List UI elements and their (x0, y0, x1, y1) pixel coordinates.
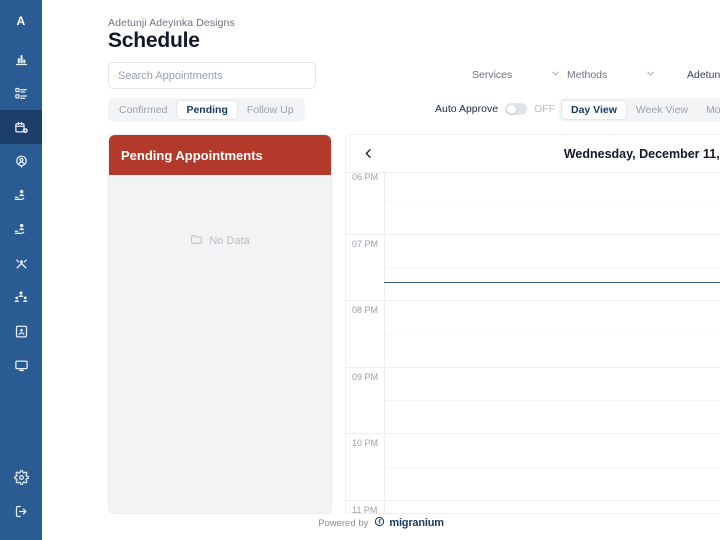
hour-label: 10 PM (352, 438, 379, 448)
empty-state-label: No Data (209, 235, 250, 247)
hour-cell[interactable] (384, 173, 720, 234)
user-dropdown[interactable]: Adetunji Ade... (687, 64, 720, 86)
hour-row[interactable]: 09 PM (346, 367, 720, 434)
hour-row[interactable]: 07 PM (346, 234, 720, 301)
avatar-initial: A (16, 14, 26, 28)
brand-name: migranium (389, 517, 444, 529)
calendar-header: Wednesday, December 11, 2024 (346, 135, 720, 173)
hour-label: 08 PM (352, 305, 379, 315)
folder-icon (190, 233, 203, 249)
sidebar-item-analytics[interactable] (0, 42, 42, 76)
filter-bar: Services Methods (472, 64, 662, 86)
tab-day-view[interactable]: Day View (561, 100, 627, 120)
app-root: A Adetunji Adeyinka Designs Schedule Sea… (0, 0, 720, 540)
toggle-knob (506, 104, 516, 114)
methods-dropdown[interactable]: Methods (567, 64, 662, 86)
hour-cell[interactable] (384, 500, 720, 513)
pending-appointments-panel: Pending Appointments No Data (108, 134, 332, 514)
hour-row[interactable]: 06 PM (346, 173, 720, 235)
status-tabs: Confirmed Pending Follow Up (108, 98, 305, 122)
tab-pending[interactable]: Pending (176, 100, 238, 120)
auto-approve-state: OFF (534, 103, 556, 115)
hour-cell[interactable] (384, 234, 720, 300)
view-tabs: Day View Week View Month View (559, 98, 720, 122)
user-hand-icon (13, 187, 29, 203)
monitor-icon (14, 358, 29, 373)
sidebar-item-providers[interactable] (0, 212, 42, 246)
location-user-icon (14, 154, 29, 169)
list-checklist-icon (14, 86, 29, 101)
hour-label: 09 PM (352, 371, 379, 382)
auto-approve-control: Auto Approve OFF (435, 103, 555, 115)
methods-dropdown-label: Methods (567, 69, 608, 81)
user-dropdown-label: Adetunji Ade... (687, 69, 720, 81)
brand: migranium (374, 514, 444, 532)
id-card-icon (14, 324, 29, 339)
hour-label: 07 PM (352, 238, 379, 249)
pending-panel-header: Pending Appointments (109, 135, 331, 175)
sidebar-bottom-nav (0, 460, 42, 540)
sidebar-item-locations[interactable] (0, 144, 42, 178)
page-title: Schedule (108, 29, 200, 52)
people-group-icon (13, 289, 29, 305)
avatar[interactable]: A (0, 0, 42, 42)
tab-month-view[interactable]: Month View (697, 100, 720, 120)
hour-row[interactable]: 10 PM (346, 434, 720, 501)
search-field-wrapper (108, 62, 316, 89)
sidebar-item-logout[interactable] (0, 494, 42, 528)
hour-row[interactable]: 08 PM (346, 301, 720, 368)
chevron-down-icon (645, 68, 656, 82)
hour-cell[interactable] (384, 367, 720, 433)
tools-icon (14, 256, 29, 271)
services-dropdown[interactable]: Services (472, 64, 567, 86)
calendar-grid[interactable]: 06 PM 07 PM 08 PM 09 PM 10 PM 11 PM (346, 173, 720, 514)
auto-approve-label: Auto Approve (435, 103, 499, 115)
tab-follow-up[interactable]: Follow Up (238, 100, 303, 120)
current-time-indicator (384, 281, 720, 283)
pending-panel-body: No Data (109, 175, 331, 513)
sidebar-item-staff[interactable] (0, 178, 42, 212)
hour-cell[interactable] (384, 434, 720, 500)
empty-state: No Data (190, 233, 250, 249)
sidebar-item-services[interactable] (0, 246, 42, 280)
chevron-down-icon (550, 68, 561, 82)
gear-icon (13, 469, 29, 485)
calendar-date-label: Wednesday, December 11, 2024 (563, 146, 720, 161)
bar-chart-icon (14, 52, 29, 67)
hour-label: 11 PM (352, 504, 378, 514)
sidebar-item-teams[interactable] (0, 280, 42, 314)
sidebar-item-displays[interactable] (0, 348, 42, 382)
tab-confirmed[interactable]: Confirmed (110, 100, 176, 120)
powered-by-label: Powered by (318, 517, 369, 529)
hour-label: 06 PM (352, 173, 379, 182)
main-content: Adetunji Adeyinka Designs Schedule Confi… (42, 0, 720, 540)
services-dropdown-label: Services (472, 69, 513, 81)
breadcrumb: Adetunji Adeyinka Designs (108, 17, 235, 29)
sidebar-nav (0, 42, 42, 382)
calendar-clock-icon (14, 120, 29, 135)
sidebar-item-lists[interactable] (0, 76, 42, 110)
sidebar-item-contacts[interactable] (0, 314, 42, 348)
search-input[interactable] (108, 62, 316, 89)
calendar-scroll-area: 06 PM 07 PM 08 PM 09 PM 10 PM 11 PM (346, 173, 720, 514)
hour-row[interactable]: 11 PM (346, 500, 720, 514)
hour-cell[interactable] (384, 301, 720, 367)
logout-icon (14, 504, 29, 519)
tab-week-view[interactable]: Week View (627, 100, 697, 120)
sidebar-item-settings[interactable] (0, 460, 42, 494)
footer: Powered by migranium (42, 514, 720, 532)
user-hand-alt-icon (13, 221, 29, 237)
auto-approve-toggle[interactable] (505, 103, 528, 115)
sidebar: A (0, 0, 42, 540)
sidebar-item-schedule[interactable] (0, 110, 42, 144)
calendar-panel: Wednesday, December 11, 2024 06 PM 07 PM… (345, 134, 720, 514)
pending-panel-title: Pending Appointments (121, 147, 263, 163)
migranium-logo-icon (374, 514, 385, 532)
